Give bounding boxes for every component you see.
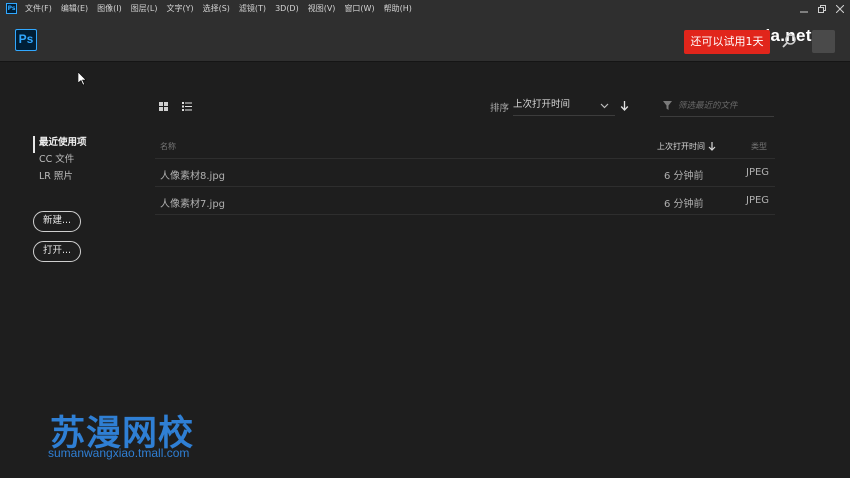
watermark-url: sumanwangxiao.tmall.com bbox=[48, 446, 190, 460]
sidebar-item-cc-files[interactable]: CC 文件 bbox=[33, 153, 87, 170]
table-header: 名称 上次打开时间 类型 bbox=[155, 136, 775, 159]
mouse-cursor-icon bbox=[78, 72, 87, 86]
sort-arrow-down-icon bbox=[708, 142, 716, 151]
menu-image[interactable]: 图像(I) bbox=[97, 3, 122, 14]
file-name: 人像素材7.jpg bbox=[160, 199, 226, 210]
file-type: JPEG bbox=[746, 195, 770, 206]
menu-filter[interactable]: 滤镜(T) bbox=[239, 3, 266, 14]
menu-edit[interactable]: 编辑(E) bbox=[61, 3, 88, 14]
menu-window[interactable]: 窗口(W) bbox=[344, 3, 374, 14]
filter-field[interactable] bbox=[660, 96, 774, 117]
sort-dropdown[interactable]: 上次打开时间 bbox=[513, 96, 615, 116]
file-name: 人像素材8.jpg bbox=[160, 171, 226, 182]
file-last-opened: 6 分钟前 bbox=[664, 199, 704, 210]
minimize-icon[interactable] bbox=[800, 5, 808, 13]
new-button[interactable]: 新建... bbox=[33, 211, 81, 232]
column-header-type[interactable]: 类型 bbox=[751, 141, 767, 152]
column-header-last-opened[interactable]: 上次打开时间 bbox=[657, 141, 716, 152]
filter-input[interactable] bbox=[678, 98, 772, 114]
restore-icon[interactable] bbox=[818, 4, 826, 13]
menu-3d[interactable]: 3D(D) bbox=[275, 4, 299, 13]
grid-view-icon[interactable] bbox=[159, 102, 168, 111]
list-view-icon[interactable] bbox=[182, 102, 192, 111]
open-button[interactable]: 打开... bbox=[33, 241, 81, 262]
menu-view[interactable]: 视图(V) bbox=[308, 3, 336, 14]
column-header-name[interactable]: 名称 bbox=[160, 141, 176, 152]
menu-bar: Ps 文件(F) 编辑(E) 图像(I) 图层(L) 文字(Y) 选择(S) 滤… bbox=[0, 0, 850, 17]
sort-direction-arrow-icon[interactable] bbox=[620, 101, 629, 111]
menu-select[interactable]: 选择(S) bbox=[203, 3, 230, 14]
sidebar-item-recent[interactable]: 最近使用项 bbox=[33, 136, 87, 153]
window-controls bbox=[800, 0, 844, 17]
trial-button[interactable]: 还可以试用1天 bbox=[684, 30, 770, 54]
menu-file[interactable]: 文件(F) bbox=[25, 3, 52, 14]
header-bar: Ps vxia.net 还可以试用1天 bbox=[0, 17, 850, 62]
table-row[interactable]: 人像素材8.jpg 6 分钟前 JPEG bbox=[155, 159, 775, 187]
sort-dropdown-value: 上次打开时间 bbox=[513, 99, 571, 110]
menu-type[interactable]: 文字(Y) bbox=[166, 3, 193, 14]
search-icon[interactable] bbox=[781, 33, 797, 49]
photoshop-logo[interactable]: Ps bbox=[15, 29, 37, 51]
user-avatar[interactable] bbox=[812, 30, 835, 53]
column-header-last-opened-label: 上次打开时间 bbox=[657, 142, 705, 151]
sidebar: 最近使用项 CC 文件 LR 照片 bbox=[33, 136, 87, 187]
file-type: JPEG bbox=[746, 167, 770, 178]
photoshop-app-icon[interactable]: Ps bbox=[6, 3, 17, 14]
table-row[interactable]: 人像素材7.jpg 6 分钟前 JPEG bbox=[155, 187, 775, 215]
close-icon[interactable] bbox=[836, 4, 844, 13]
recent-files-table: 名称 上次打开时间 类型 人像素材8.jpg 6 分钟前 JPEG 人像素材7.… bbox=[155, 136, 775, 215]
chevron-down-icon bbox=[600, 103, 609, 109]
menu-layer[interactable]: 图层(L) bbox=[131, 3, 158, 14]
menu-help[interactable]: 帮助(H) bbox=[384, 3, 412, 14]
sidebar-item-lr-photos[interactable]: LR 照片 bbox=[33, 170, 87, 187]
file-last-opened: 6 分钟前 bbox=[664, 171, 704, 182]
sort-label: 排序 bbox=[490, 103, 510, 114]
filter-funnel-icon bbox=[663, 101, 672, 110]
